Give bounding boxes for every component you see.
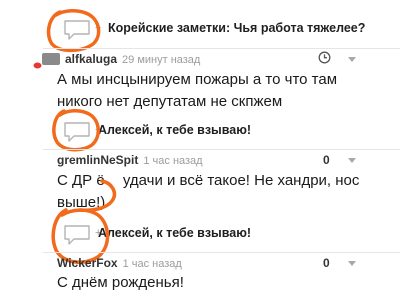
- speech-bubble-icon[interactable]: [63, 224, 91, 245]
- separator: [43, 252, 400, 253]
- clock-icon[interactable]: [318, 51, 331, 64]
- author-name[interactable]: gremlinNeSpit: [57, 153, 138, 167]
- comment-score: 0: [323, 153, 330, 167]
- thread-header-2[interactable]: +: [63, 121, 101, 142]
- author-name[interactable]: WickerFox: [57, 256, 118, 270]
- comment-text-mid: удачи и всё такое! Не хандри, нос: [122, 172, 360, 189]
- comment-score: 0: [323, 256, 330, 270]
- vote-down-icon[interactable]: [348, 261, 356, 266]
- thread-title-3[interactable]: Алексей, к тебе взываю!: [98, 226, 251, 240]
- comment-meta-2: gremlinNeSpit 1 час назад: [57, 153, 203, 167]
- comment-time[interactable]: 1 час назад: [143, 155, 202, 167]
- speech-bubble-icon[interactable]: [63, 19, 91, 40]
- comment-text-1: А мы инсцынируем пожары а то что там ник…: [57, 71, 338, 110]
- thread-header-3[interactable]: +: [63, 224, 101, 245]
- thread-title-1[interactable]: Корейские заметки: Чья работа тяжелее?: [108, 21, 365, 35]
- comment-meta-3: WickerFox 1 час назад: [57, 256, 182, 270]
- avatar[interactable]: [42, 53, 60, 65]
- thread-header-1[interactable]: +: [63, 19, 101, 40]
- comment-time[interactable]: 29 минут назад: [122, 54, 200, 66]
- separator: [43, 149, 400, 150]
- author-name[interactable]: alfkaluga: [65, 52, 117, 66]
- avatar-bird-icon: [33, 56, 42, 69]
- thread-title-2[interactable]: Алексей, к тебе взываю!: [98, 123, 251, 137]
- comment-text-start: С ДР ё: [57, 172, 105, 189]
- vote-down-icon[interactable]: [348, 158, 356, 163]
- comment-text-2: С ДР ё удачи и всё такое! Не хандри, нос…: [57, 170, 377, 214]
- comment-time[interactable]: 1 час назад: [123, 258, 182, 270]
- comment-meta-1: alfkaluga 29 минут назад: [65, 52, 200, 66]
- plus-icon[interactable]: +: [95, 22, 101, 34]
- separator: [43, 48, 400, 49]
- speech-bubble-icon[interactable]: [63, 121, 91, 142]
- comment-text-end: выше!): [57, 194, 106, 211]
- comment-text-3: С днём рожденья!: [57, 274, 184, 291]
- vote-down-icon[interactable]: [348, 57, 356, 62]
